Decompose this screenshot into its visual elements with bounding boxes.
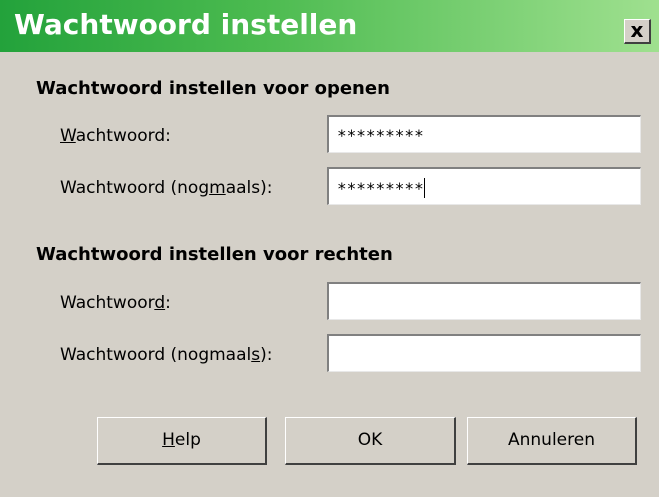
rights-password-confirm-label-before: Wachtwoord (nogmaal: [60, 345, 252, 365]
open-password-label: Wachtwoord:: [60, 124, 171, 148]
rights-password-field[interactable]: [327, 282, 641, 320]
set-password-dialog: Wachtwoord instellen x Wachtwoord instel…: [0, 0, 659, 497]
open-password-label-text: achtwoord:: [75, 126, 171, 146]
rights-password-label: Wachtwoord:: [60, 291, 171, 315]
open-password-confirm-label-accesskey: m: [209, 178, 226, 198]
open-password-confirm-label-before: Wachtwoord (nog: [60, 178, 210, 198]
open-password-confirm-field[interactable]: *********: [327, 167, 641, 205]
ok-button-label: OK: [357, 430, 383, 450]
open-password-label-accesskey: W: [60, 126, 76, 146]
cancel-button-label: Annuleren: [508, 430, 595, 450]
rights-password-label-after: :: [165, 293, 171, 313]
rights-password-confirm-label-accesskey: s: [251, 345, 261, 365]
help-button-accesskey: H: [162, 430, 175, 450]
rights-password-confirm-field[interactable]: [327, 334, 641, 372]
title-bar[interactable]: Wachtwoord instellen x: [0, 0, 659, 52]
open-password-confirm-label: Wachtwoord (nogmaals):: [60, 176, 272, 200]
cancel-button[interactable]: Annuleren: [467, 417, 637, 465]
help-button[interactable]: Help: [97, 417, 267, 465]
open-password-field[interactable]: *********: [327, 115, 641, 153]
help-button-label: elp: [174, 430, 201, 450]
rights-password-confirm-label-after: ):: [260, 345, 273, 365]
open-password-value: *********: [337, 126, 424, 145]
rights-password-heading: Wachtwoord instellen voor rechten: [36, 244, 393, 265]
close-icon: x: [630, 18, 644, 42]
rights-password-label-accesskey: d: [154, 293, 166, 313]
dialog-title: Wachtwoord instellen: [14, 8, 358, 41]
open-password-heading: Wachtwoord instellen voor openen: [36, 78, 390, 99]
open-password-confirm-value: *********: [337, 179, 424, 198]
ok-button[interactable]: OK: [285, 417, 456, 465]
close-button[interactable]: x: [624, 19, 651, 44]
rights-password-label-before: Wachtwoor: [60, 293, 155, 313]
rights-password-confirm-label: Wachtwoord (nogmaals):: [60, 343, 272, 367]
text-caret: [423, 178, 425, 198]
open-password-confirm-label-after: aals):: [225, 178, 273, 198]
